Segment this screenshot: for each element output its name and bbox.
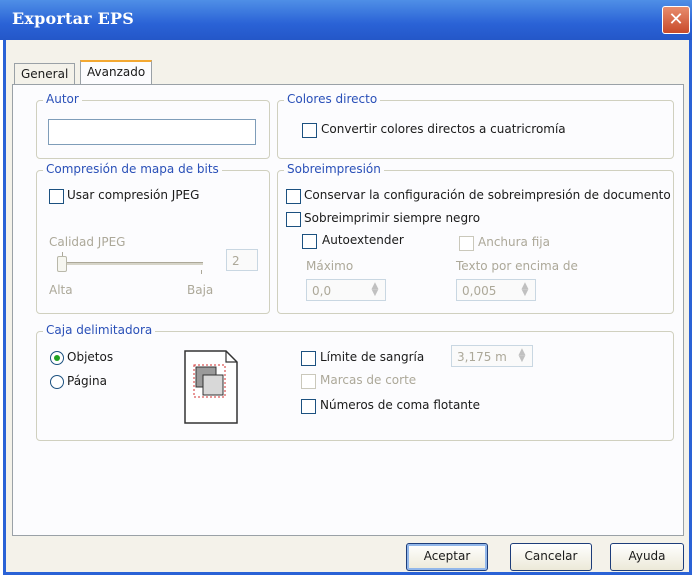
slider-tick (201, 270, 202, 274)
fixed-width-label: Anchura fija (478, 235, 550, 249)
always-overprint-black-checkbox[interactable] (286, 212, 301, 227)
author-group-title: Autor (43, 92, 82, 106)
export-eps-dialog: Exportar EPS ✕ General Avanzado Autor Co… (0, 0, 692, 575)
spot-colors-group: Colores directo Convertir colores direct… (277, 92, 674, 159)
jpeg-quality-slider[interactable] (61, 262, 203, 265)
bleed-limit-spinner[interactable]: 3,175 m ▲ ▼ (451, 345, 533, 367)
title-bar: Exportar EPS ✕ (0, 0, 692, 40)
crop-marks-checkbox[interactable] (301, 374, 316, 389)
radio-selected-dot (54, 355, 60, 361)
max-value: 0,0 (312, 284, 332, 298)
keep-doc-overprint-checkbox[interactable] (286, 189, 301, 204)
objects-label: Objetos (67, 350, 114, 364)
tab-general[interactable]: General (14, 63, 76, 84)
help-button[interactable]: Ayuda (610, 543, 684, 571)
bleed-limit-value: 3,175 m (457, 350, 507, 364)
text-above-value: 0,005 (462, 284, 497, 298)
close-button[interactable]: ✕ (662, 6, 690, 34)
max-label: Máximo (306, 259, 354, 273)
auto-extend-checkbox[interactable] (302, 234, 317, 249)
convert-spot-colors-label: Convertir colores directos a cuatricromí… (321, 122, 566, 136)
bounding-box-group: Caja delimitadora Objetos Página Límite … (36, 323, 674, 441)
always-overprint-black-label: Sobreimprimir siempre negro (304, 211, 481, 225)
overprint-group-title: Sobreimpresión (284, 162, 384, 176)
quality-high-label: Alta (49, 283, 73, 297)
auto-extend-label: Autoextender (322, 233, 404, 247)
jpeg-quality-label: Calidad JPEG (49, 235, 126, 249)
bounding-box-group-title: Caja delimitadora (43, 323, 156, 337)
tab-advanced[interactable]: Avanzado (80, 60, 153, 84)
max-spinner[interactable]: 0,0 ▲ ▼ (306, 279, 386, 301)
text-above-spinner[interactable]: 0,005 ▲ ▼ (456, 279, 536, 301)
ok-button[interactable]: Aceptar (406, 543, 488, 571)
window-title: Exportar EPS (12, 9, 134, 28)
fixed-width-checkbox[interactable] (459, 236, 474, 251)
jpeg-quality-slider-thumb[interactable] (57, 256, 67, 272)
floating-numbers-label: Números de coma flotante (320, 398, 480, 412)
spinner-arrows-icon[interactable]: ▲ ▼ (367, 282, 383, 298)
use-jpeg-label: Usar compresión JPEG (67, 188, 200, 202)
keep-doc-overprint-label: Conservar la configuración de sobreimpre… (304, 188, 671, 202)
overprint-group: Sobreimpresión Conservar la configuració… (277, 162, 674, 314)
quality-low-label: Baja (187, 283, 214, 297)
spot-colors-group-title: Colores directo (284, 92, 381, 106)
bleed-limit-label: Límite de sangría (320, 350, 425, 364)
objects-radio[interactable] (50, 351, 64, 365)
page-radio[interactable] (50, 375, 64, 389)
spinner-arrows-icon[interactable]: ▲ ▼ (514, 348, 530, 364)
bounding-box-preview-icon (184, 350, 238, 424)
bitmap-compression-group: Compresión de mapa de bits Usar compresi… (36, 162, 270, 314)
author-input[interactable] (48, 119, 256, 145)
text-above-label: Texto por encima de (456, 259, 578, 273)
floating-numbers-checkbox[interactable] (301, 399, 316, 414)
cancel-button[interactable]: Cancelar (510, 543, 592, 571)
use-jpeg-checkbox[interactable] (49, 189, 64, 204)
page-label: Página (67, 374, 107, 388)
author-group: Autor (36, 92, 270, 159)
convert-spot-colors-checkbox[interactable] (302, 123, 317, 138)
jpeg-quality-value[interactable]: 2 (226, 249, 258, 271)
bleed-limit-checkbox[interactable] (301, 351, 316, 366)
bitmap-compression-group-title: Compresión de mapa de bits (43, 162, 222, 176)
spinner-arrows-icon[interactable]: ▲ ▼ (517, 282, 533, 298)
crop-marks-label: Marcas de corte (320, 373, 417, 387)
